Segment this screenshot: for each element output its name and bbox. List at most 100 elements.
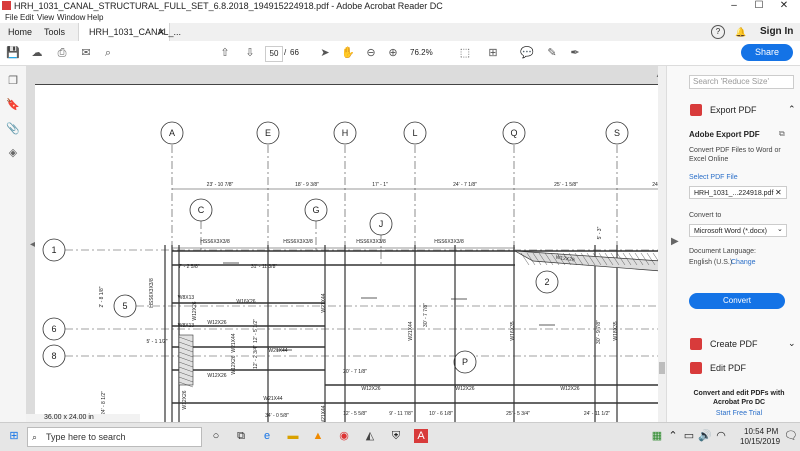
shield-app-icon[interactable]: ⛨ — [389, 429, 403, 443]
dim-misc-11: 12' - 5 5/8" — [343, 411, 367, 417]
menu-help[interactable]: Help — [87, 12, 103, 23]
print-icon[interactable]: ⎙ — [55, 46, 69, 60]
beam-label-10: W12X26 — [361, 386, 380, 392]
create-pdf-icon — [690, 338, 702, 350]
app-icon[interactable]: ◭ — [363, 429, 377, 443]
beam-label-14: W8X13 — [178, 295, 195, 301]
grid-label-row-6: 6 — [51, 324, 56, 334]
tray-chevron-icon[interactable]: ⌃ — [666, 429, 680, 443]
selected-file-field[interactable]: HRH_1031_...224918.pdf — [689, 186, 787, 199]
volume-icon[interactable]: 🔊 — [698, 429, 712, 443]
network-icon[interactable]: ▭ — [682, 429, 696, 443]
acrobat-app-icon — [2, 1, 11, 10]
collapse-right-panel-icon[interactable]: ▶ — [671, 236, 679, 247]
beam-label-7: W21X44 — [268, 348, 287, 354]
start-windows-icon[interactable]: ⊞ — [7, 429, 21, 443]
comment-icon[interactable]: 💬 — [520, 46, 534, 60]
bookmarks-icon[interactable]: 🔖 — [6, 98, 20, 112]
tray-icon-1[interactable]: ▦ — [650, 429, 664, 443]
menu-window[interactable]: Window — [57, 12, 85, 23]
prev-page-icon[interactable]: ⇧ — [218, 46, 232, 60]
dim-misc-3: 12' - 5 1/2" — [253, 319, 259, 343]
sign-icon[interactable]: ✒ — [568, 46, 582, 60]
page-number-input[interactable]: 50 — [265, 46, 283, 62]
maximize-button[interactable]: ☐ — [747, 0, 771, 12]
free-trial-link[interactable]: Start Free Trial — [691, 410, 787, 417]
chevron-down-icon[interactable]: ⌄ — [777, 225, 783, 233]
chevron-down-icon-2[interactable]: ⌄ — [788, 338, 796, 349]
dim-misc-13: 10' - 6 1/8" — [429, 411, 453, 417]
email-icon[interactable]: ✉ — [79, 46, 93, 60]
wifi-icon[interactable]: ◠ — [714, 429, 728, 443]
window-title: HRH_1031_CANAL_STRUCTURAL_FULL_SET_6.8.2… — [14, 1, 443, 11]
tab-home[interactable]: Home — [8, 23, 32, 41]
create-pdf-item[interactable]: Create PDF — [710, 339, 758, 349]
hand-tool-icon[interactable]: ✋ — [341, 46, 355, 60]
next-page-icon[interactable]: ⇩ — [243, 46, 257, 60]
grid-label-q: Q — [510, 128, 517, 138]
beam-label-17: W12X26 — [192, 301, 198, 320]
page-thumbnails-icon[interactable]: ❐ — [6, 74, 20, 88]
notifications-icon[interactable]: 🔔 — [735, 27, 746, 38]
dim-top-2: 17' - 1" — [372, 182, 388, 188]
dim-top-3: 24' - 7 1/8" — [453, 182, 477, 188]
edit-pdf-item[interactable]: Edit PDF — [710, 363, 746, 373]
sign-in-link[interactable]: Sign In — [760, 23, 793, 41]
page-separator: / — [284, 48, 287, 57]
page-fit-icon[interactable]: ⬚ — [458, 46, 472, 60]
vertical-scrollbar[interactable] — [658, 66, 666, 422]
chevron-up-icon[interactable]: ⌃ — [788, 104, 796, 115]
file-explorer-icon[interactable]: ▬ — [286, 429, 300, 443]
convert-button[interactable]: Convert — [689, 293, 785, 309]
pdf-page: A E H L Q S C G J 1 5 6 8 2 P 23' - 10 7/8" 18' - 9 3/8"… — [35, 84, 666, 422]
close-button[interactable]: ✕ — [772, 0, 796, 12]
pin-icon[interactable]: ⧉ — [779, 129, 785, 139]
help-icon[interactable]: ? — [711, 25, 725, 39]
vlc-icon[interactable]: ▲ — [311, 429, 325, 443]
tab-document[interactable]: HRH_1031_CANAL_... ✕ — [78, 23, 181, 41]
menu-view[interactable]: View — [37, 12, 54, 23]
mark-label-p: P — [462, 357, 468, 367]
taskbar-search-box[interactable]: ⌕ Type here to search — [27, 427, 202, 447]
cortana-icon[interactable]: ○ — [209, 429, 223, 443]
layers-icon[interactable]: ◈ — [6, 146, 20, 160]
tools-search-input[interactable]: Search 'Reduce Size' — [689, 75, 794, 89]
chrome-icon[interactable]: ◉ — [337, 429, 351, 443]
cloud-upload-icon[interactable]: ☁ — [30, 46, 44, 60]
attachments-icon[interactable]: 📎 — [6, 122, 20, 136]
scroll-thumb[interactable] — [659, 362, 665, 374]
structural-drawing: A E H L Q S C G J 1 5 6 8 2 P 23' - 10 7/8" 18' - 9 3/8"… — [42, 121, 666, 422]
share-label: Share — [754, 47, 780, 57]
remove-file-icon[interactable]: ✕ — [775, 188, 782, 197]
dim-misc-6: 20' - 7 1/8" — [343, 369, 367, 375]
scroll-mode-icon[interactable]: ⊞ — [486, 46, 500, 60]
sloped-edge-hatch — [514, 250, 662, 272]
convert-to-select[interactable]: Microsoft Word (*.docx) — [689, 224, 787, 237]
tab-tools[interactable]: Tools — [44, 23, 65, 41]
menu-edit[interactable]: Edit — [20, 12, 34, 23]
highlight-icon[interactable]: ✎ — [545, 46, 559, 60]
grid-label-a: A — [169, 128, 175, 138]
beam-label-18: W21X44 — [321, 293, 327, 312]
task-view-icon[interactable]: ⧉ — [234, 429, 248, 443]
zoom-in-icon[interactable]: ⊕ — [386, 46, 400, 60]
menu-file[interactable]: File — [5, 12, 18, 23]
beam-label-15: W8X13 — [178, 323, 195, 329]
change-language-link[interactable]: Change — [731, 259, 756, 266]
zoom-level-dropdown[interactable]: 76.2% — [410, 46, 446, 60]
save-icon[interactable]: 💾 — [6, 46, 20, 60]
edge-icon[interactable]: e — [260, 429, 274, 443]
minimize-button[interactable]: – — [722, 0, 746, 12]
close-tab-icon[interactable]: ✕ — [157, 23, 165, 41]
zoom-out-icon[interactable]: ⊖ — [364, 46, 378, 60]
acrobat-taskbar-icon[interactable]: A — [414, 429, 428, 443]
dim-misc-7: 30' - 7 7/8" — [423, 303, 429, 327]
title-bar: HRH_1031_CANAL_STRUCTURAL_FULL_SET_6.8.2… — [0, 0, 800, 12]
notifications-center-icon[interactable]: 🗨 — [784, 429, 798, 443]
select-file-link[interactable]: Select PDF File — [689, 174, 738, 181]
share-button[interactable]: Share — [741, 44, 793, 61]
select-tool-icon[interactable]: ➤ — [318, 46, 332, 60]
search-icon[interactable]: ⌕ — [101, 46, 115, 60]
export-pdf-header[interactable]: Export PDF — [710, 105, 757, 115]
document-viewport[interactable]: ◀ ▲ AEHLQSCGJ15682P23' - 10 7/8"18' - 9 … — [26, 66, 666, 422]
